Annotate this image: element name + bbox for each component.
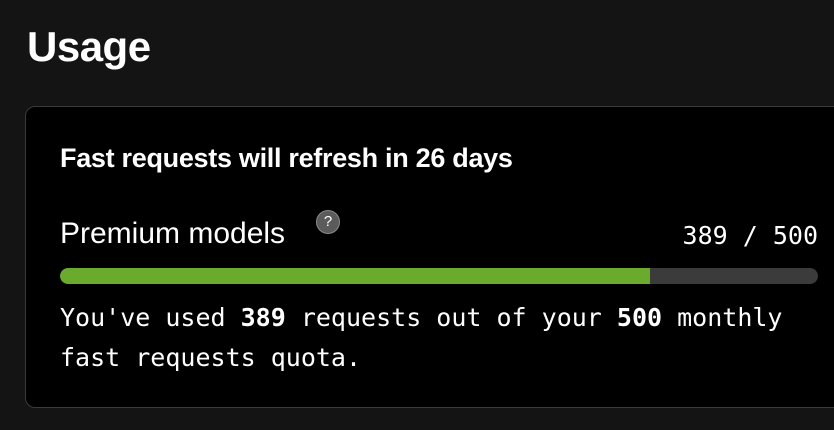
usage-progress-bar: [60, 268, 818, 284]
usage-description: You've used 389 requests out of your 500…: [60, 298, 800, 378]
refresh-heading: Fast requests will refresh in 26 days: [60, 143, 513, 173]
premium-models-label: Premium models: [60, 217, 286, 250]
description-prefix: You've used: [60, 303, 241, 332]
usage-card: Fast requests will refresh in 26 days Pr…: [25, 106, 834, 408]
usage-progress-fill: [60, 268, 650, 284]
question-mark-icon[interactable]: ?: [316, 210, 340, 234]
description-mid: requests out of your: [285, 303, 617, 332]
description-used-count: 389: [240, 303, 286, 332]
description-limit-count: 500: [616, 303, 663, 332]
premium-models-row: Premium models ? 389 / 500: [60, 210, 818, 254]
usage-used-count: 389: [682, 221, 728, 250]
usage-limit-count: 500: [772, 221, 818, 250]
usage-count: 389 / 500: [683, 218, 818, 254]
usage-count-separator: /: [727, 221, 773, 250]
page-title: Usage: [27, 23, 151, 70]
